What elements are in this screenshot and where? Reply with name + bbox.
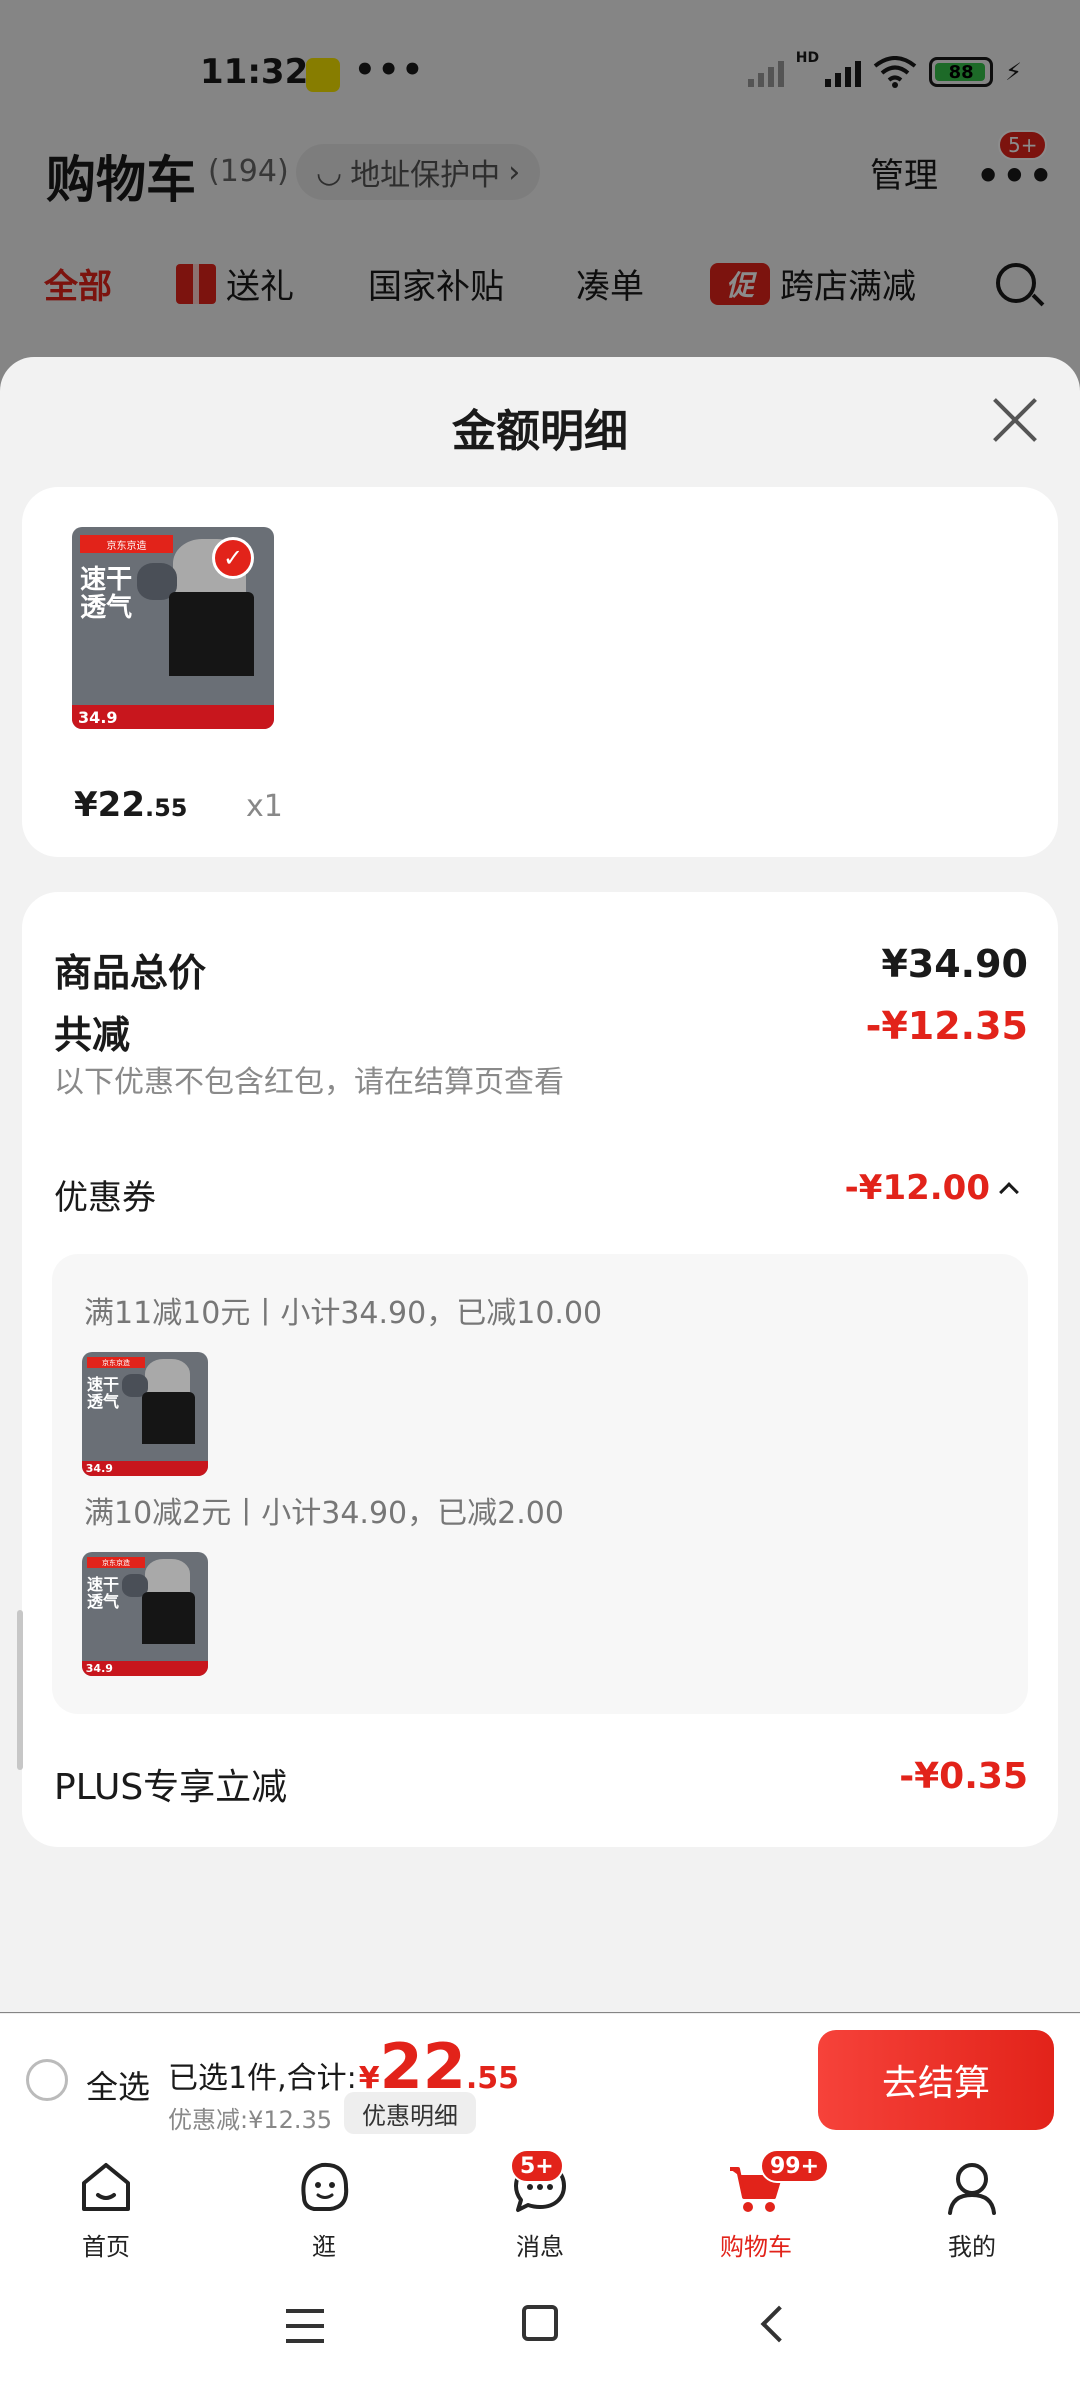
browse-icon	[301, 2162, 349, 2211]
thumb-headline: 速干 透气	[87, 1374, 120, 1411]
thumb-price: 34.9	[85, 1461, 113, 1475]
product-card: 京东京造 速干 透气 34.9 ✓ ¥22.55 x1	[22, 487, 1058, 857]
price-breakdown-card: 商品总价 ¥34.90 共减 -¥12.35 以下优惠不包含红包，请在结算页查看…	[22, 892, 1058, 1847]
red-packet-note: 以下优惠不包含红包，请在结算页查看	[54, 1065, 564, 1100]
tab-cart[interactable]: 99+ 购物车	[686, 2149, 830, 2262]
thumb-brand-logo: 京东京造	[87, 1356, 145, 1369]
tab-messages[interactable]: 5+ 消息	[470, 2149, 610, 2262]
tab-cart-label: 购物车	[720, 2233, 792, 2261]
thumb-headline: 速干 透气	[80, 565, 133, 623]
discount-detail-button[interactable]: 优惠明细	[344, 2092, 476, 2134]
thumb-brand-logo: 京东京造	[80, 535, 173, 554]
coupon-rule: 满10减2元丨小计34.90，已减2.00	[84, 1496, 564, 1531]
amount-detail-sheet: 金额明细 京东京造 速干 透气 34.9 ✓ ¥22.55 x1 商品总价 ¥3…	[0, 357, 1080, 2012]
thumb-price: 34.9	[78, 707, 118, 727]
system-navigation-bar	[0, 2273, 1080, 2400]
coupon-product-image: 京东京造 速干 透气 34.9	[82, 1552, 208, 1676]
product-price: ¥22.55	[74, 785, 188, 825]
thumb-brand-logo: 京东京造	[87, 1556, 145, 1569]
thumb-price: 34.9	[85, 1661, 113, 1675]
tab-home-label: 首页	[82, 2233, 130, 2261]
select-all-label[interactable]: 全选	[86, 2062, 150, 2108]
tab-browse[interactable]: 逛	[254, 2157, 394, 2262]
thumb-headline: 速干 透气	[87, 1574, 120, 1611]
total-price-label: 商品总价	[54, 951, 207, 995]
select-all-radio[interactable]	[26, 2059, 68, 2101]
coupon-details: 满11减10元丨小计34.90，已减10.00 京东京造 速干 透气 34.9 …	[52, 1254, 1028, 1714]
back-icon[interactable]	[760, 2305, 798, 2343]
tab-home[interactable]: 首页	[36, 2157, 176, 2262]
home-icon	[82, 2163, 130, 2211]
checkout-bar: 全选 已选1件,合计: ¥ 22 .55 优惠减:¥12.35 优惠明细 去结算	[0, 2013, 1080, 2143]
close-icon[interactable]	[992, 397, 1038, 443]
coupon-product-image: 京东京造 速干 透气 34.9	[82, 1352, 208, 1476]
messages-badge: 5+	[510, 2149, 564, 2183]
tab-browse-label: 逛	[312, 2233, 336, 2261]
total-price-value: ¥34.90	[881, 942, 1028, 986]
product-quantity: x1	[246, 789, 283, 824]
scroll-indicator	[17, 1610, 23, 1770]
total-reduce-label: 共减	[54, 1013, 131, 1057]
selected-count-text: 已选1件,合计:	[168, 2061, 357, 2096]
total-currency: ¥	[358, 2061, 380, 2096]
discount-text: 优惠减:¥12.35	[168, 2106, 333, 2134]
total-reduce-value: -¥12.35	[865, 1004, 1028, 1048]
coupon-value: -¥12.00	[844, 1168, 990, 1208]
checkmark-icon: ✓	[212, 537, 254, 579]
cart-badge: 99+	[760, 2149, 830, 2183]
sheet-title: 金额明细	[452, 406, 628, 457]
bottom-tab-bar: 首页 逛 5+ 消息 99+ 购物车 我的	[0, 2143, 1080, 2273]
chevron-up-icon	[999, 1182, 1019, 1202]
plus-discount-value: -¥0.35	[899, 1756, 1028, 1797]
recent-apps-icon[interactable]	[286, 2309, 324, 2343]
tab-profile[interactable]: 我的	[902, 2157, 1042, 2262]
total-amount-integer: 22	[379, 2030, 466, 2103]
total-amount-decimal: .55	[465, 2061, 520, 2096]
coupon-toggle[interactable]: -¥12.00	[844, 1168, 1019, 1208]
plus-discount-label: PLUS专享立减	[54, 1767, 288, 1808]
tab-messages-label: 消息	[516, 2233, 564, 2261]
tab-profile-label: 我的	[948, 2233, 996, 2261]
home-nav-icon[interactable]	[522, 2305, 558, 2341]
person-icon	[948, 2163, 996, 2215]
coupon-label: 优惠券	[54, 1178, 156, 1218]
coupon-rule: 满11减10元丨小计34.90，已减10.00	[84, 1296, 603, 1331]
checkout-button[interactable]: 去结算	[818, 2030, 1054, 2130]
total-summary: 已选1件,合计: ¥ 22 .55	[168, 2036, 519, 2098]
